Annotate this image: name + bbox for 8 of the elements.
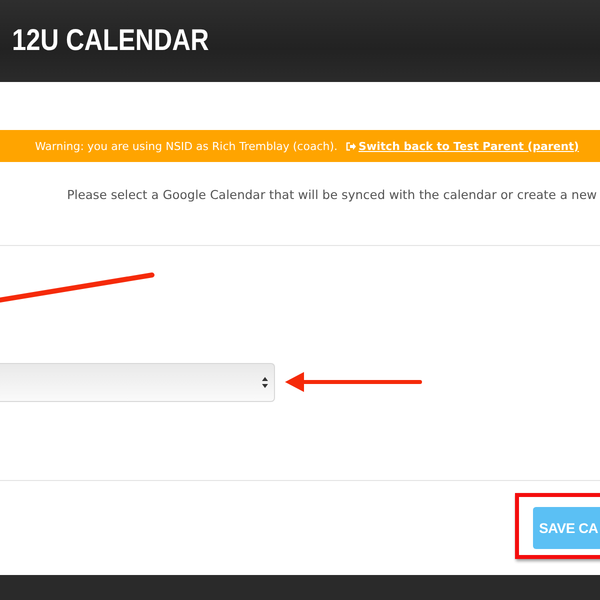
switch-back-link[interactable]: Switch back to Test Parent (parent) bbox=[346, 140, 579, 152]
page-title: 12U CALENDAR bbox=[12, 24, 209, 58]
sign-out-icon bbox=[346, 142, 356, 150]
updown-caret-icon bbox=[262, 377, 268, 388]
save-button[interactable]: SAVE CA bbox=[533, 507, 600, 549]
instruction-text: Please select a Google Calendar that will be synced with the calendar or create a new bbox=[66, 187, 598, 204]
calendar-dropdown[interactable] bbox=[0, 363, 275, 402]
warning-text: Warning: you are using NSID as Rich Tremblay (coach). bbox=[35, 140, 338, 152]
